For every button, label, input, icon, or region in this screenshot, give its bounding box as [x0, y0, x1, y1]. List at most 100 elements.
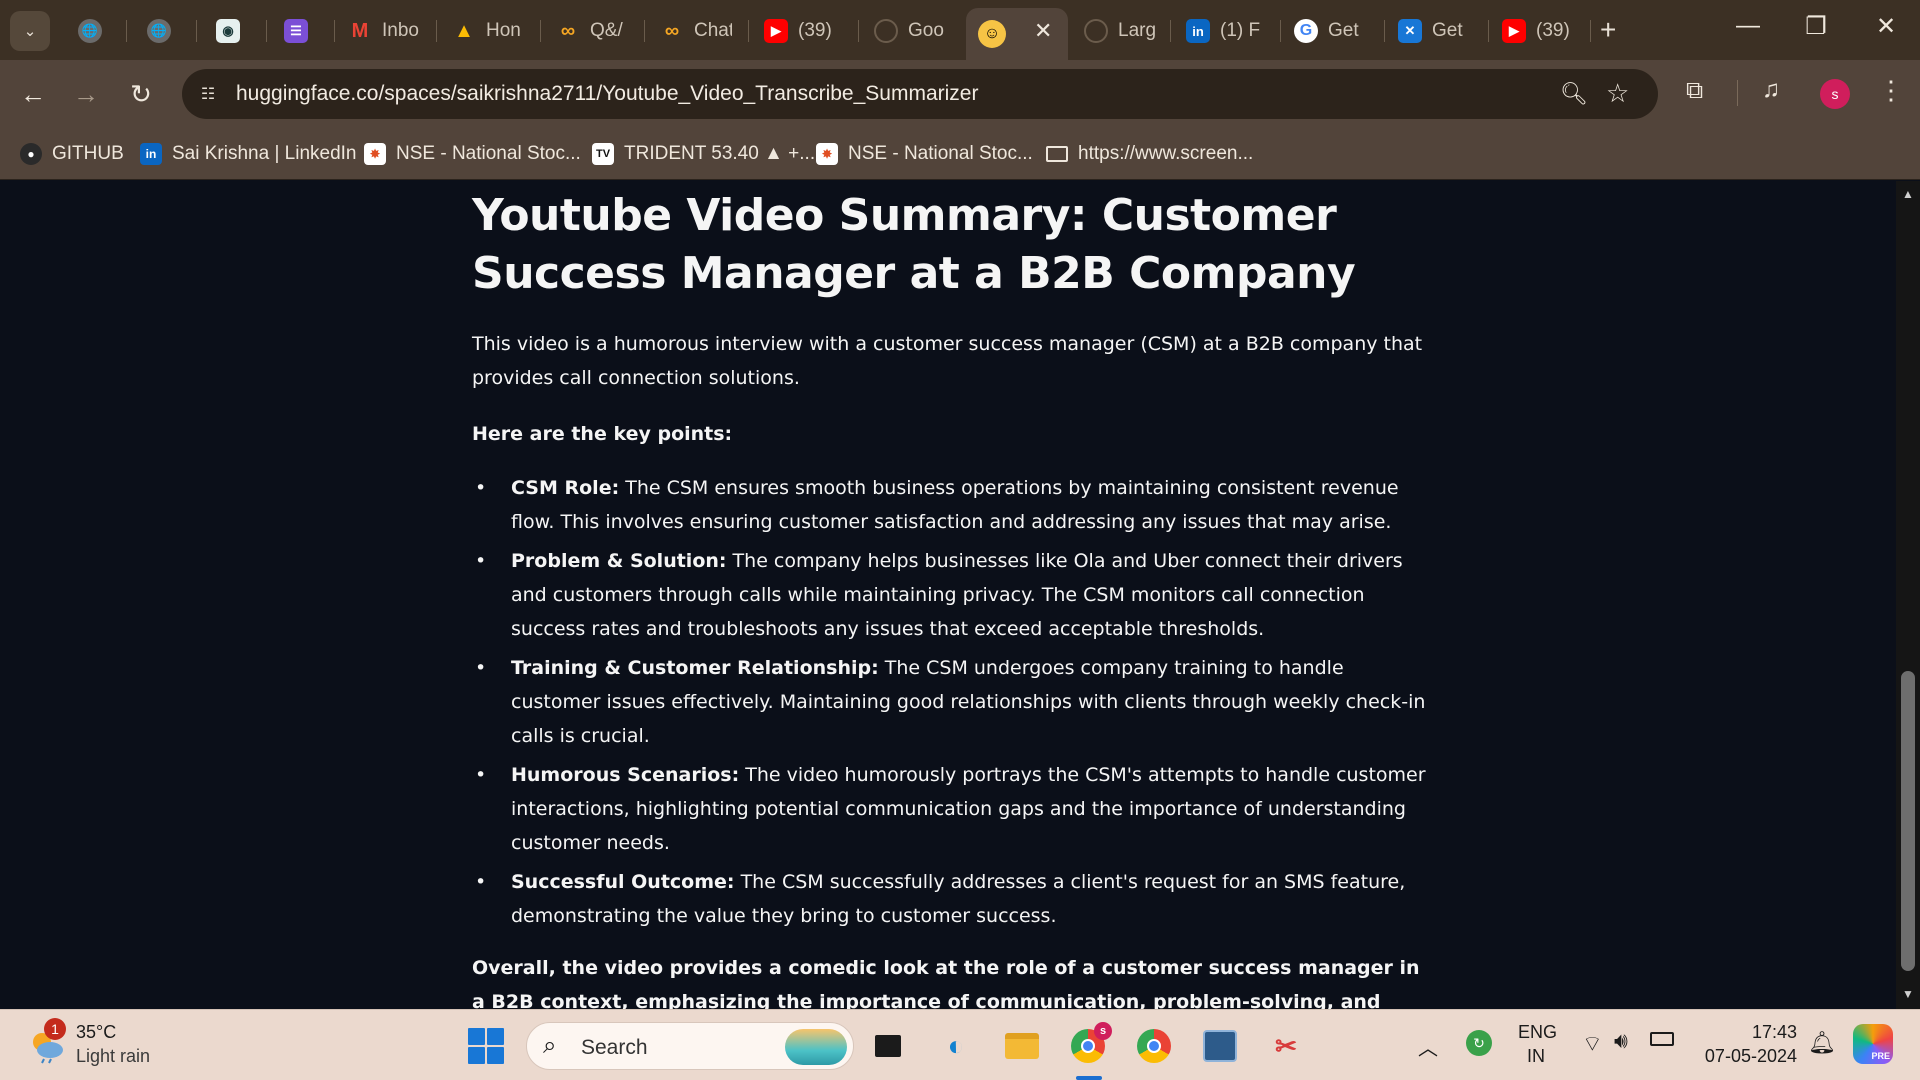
toolbar-divider	[1737, 80, 1738, 106]
back-button[interactable]: ←	[16, 77, 50, 111]
clock-date[interactable]: 07-05-2024	[1700, 1046, 1797, 1067]
bookmark-github[interactable]: ● GITHUB	[20, 140, 124, 168]
bookmark-screener[interactable]: https://www.screen...	[1046, 140, 1253, 168]
address-bar[interactable]: ☷ huggingface.co/spaces/saikrishna2711/Y…	[182, 69, 1658, 119]
loading-icon	[874, 19, 898, 43]
bookmark-star-icon[interactable]: ☆	[1606, 78, 1629, 109]
tab-3[interactable]: ◉	[206, 10, 258, 52]
page-scrollbar[interactable]: ▲ ▼	[1896, 181, 1920, 1009]
notification-bell-icon[interactable]: 🔔︎	[1808, 1030, 1836, 1056]
start-button[interactable]	[468, 1028, 504, 1064]
tab-linkedin[interactable]: in (1) F	[1176, 10, 1272, 52]
arrow-right-icon: →	[73, 78, 99, 109]
tab-drive[interactable]: ▲ Hon	[442, 10, 534, 52]
windows-logo-pane	[468, 1028, 485, 1045]
battery-icon[interactable]	[1650, 1032, 1674, 1046]
scroll-thumb[interactable]	[1901, 671, 1915, 971]
close-window-button[interactable]: ✕	[1866, 12, 1906, 41]
tab-title: Goo	[908, 20, 944, 41]
extensions-icon[interactable]: ⧉	[1686, 77, 1703, 105]
reload-button[interactable]: ↻	[124, 77, 158, 111]
profile-avatar[interactable]: s	[1820, 79, 1850, 109]
weather-temperature[interactable]: 35°C	[76, 1022, 116, 1043]
bookmark-nse-2[interactable]: ✸ NSE - National Stoc...	[816, 140, 1033, 168]
restore-icon: ❐	[1805, 13, 1827, 40]
tab-qa[interactable]: ∞ Q&/	[546, 10, 638, 52]
tray-app-icon[interactable]: ↻	[1466, 1030, 1492, 1056]
restore-button[interactable]: ❐	[1796, 12, 1836, 41]
tab-title: Larg	[1118, 20, 1156, 41]
tab-separator	[1280, 20, 1281, 42]
list-item: • Problem & Solution: The company helps b…	[472, 544, 1432, 646]
copilot-icon[interactable]: PRE	[1853, 1024, 1893, 1064]
folder-icon	[1046, 146, 1068, 162]
zoom-icon[interactable]: 🔍︎	[1560, 81, 1588, 107]
list-item: • Training & Customer Relationship: The C…	[472, 651, 1432, 753]
linkedin-icon: in	[1186, 19, 1210, 43]
tab-gmail[interactable]: M Inbo	[338, 10, 430, 52]
volume-icon[interactable]: 🔊︎	[1614, 1028, 1628, 1054]
bullet-icon: •	[475, 657, 487, 679]
tab-2[interactable]: 🌐	[137, 10, 189, 52]
tab-chat[interactable]: ∞ Chat	[650, 10, 742, 52]
bookmark-label: NSE - National Stoc...	[848, 143, 1033, 164]
taskbar-app-blue[interactable]	[1198, 1024, 1242, 1068]
forward-button[interactable]: →	[69, 77, 103, 111]
folder-icon	[1005, 1033, 1039, 1059]
bookmark-label: https://www.screen...	[1078, 143, 1254, 164]
web-page: Youtube Video Summary: Customer Success …	[0, 181, 1896, 1009]
url-text[interactable]: huggingface.co/spaces/saikrishna2711/You…	[236, 82, 978, 106]
bookmark-nse-1[interactable]: ✸ NSE - National Stoc...	[364, 140, 581, 168]
tab-title: Chat	[694, 20, 732, 41]
bookmark-linkedin[interactable]: in Sai Krishna | LinkedIn	[140, 140, 357, 168]
kebab-menu-icon[interactable]: ⋮	[1878, 75, 1904, 106]
tab-youtube[interactable]: ▶ (39)	[754, 10, 854, 52]
site-info-icon[interactable]: ☷	[196, 82, 220, 106]
scroll-up-arrow-icon[interactable]: ▲	[1902, 187, 1914, 201]
tab-google-get[interactable]: G Get	[1284, 10, 1382, 52]
weather-description[interactable]: Light rain	[76, 1046, 150, 1067]
tab-search-button[interactable]: ⌄	[10, 11, 50, 51]
tab-large[interactable]: Larg	[1074, 10, 1164, 52]
taskbar-chrome-active[interactable]: s	[1066, 1022, 1112, 1068]
close-tab-icon[interactable]: ✕	[1034, 18, 1052, 44]
new-tab-button[interactable]: +	[1600, 14, 1616, 46]
clock-time[interactable]: 17:43	[1749, 1022, 1797, 1043]
tab-youtube-2[interactable]: ▶ (39)	[1492, 10, 1590, 52]
tab-title: Inbo	[382, 20, 419, 41]
tab-active-huggingface[interactable]: ☺ ✕	[966, 8, 1068, 60]
point-text: The CSM ensures smooth business operatio…	[511, 477, 1399, 533]
tab-1[interactable]: 🌐	[68, 10, 120, 52]
tab-separator	[1590, 20, 1591, 42]
media-control-icon[interactable]: ♫	[1762, 76, 1780, 104]
scroll-down-arrow-icon[interactable]: ▼	[1902, 987, 1914, 1001]
summary-conclusion: Overall, the video provides a comedic lo…	[472, 957, 1420, 1009]
tab-4[interactable]: ☰	[274, 10, 326, 52]
bookmark-trident[interactable]: TV TRIDENT 53.40 ▲ +...	[592, 140, 815, 168]
game-icon: ◉	[216, 19, 240, 43]
taskbar-chrome-2[interactable]	[1132, 1024, 1176, 1068]
tab-google-loading[interactable]: Goo	[864, 10, 956, 52]
taskbar-snipping-tool[interactable]: ✂	[1264, 1024, 1308, 1068]
tab-title: Q&/	[590, 20, 623, 41]
loading-icon	[1084, 19, 1108, 43]
chevron-up-icon[interactable]: ︿	[1418, 1032, 1438, 1061]
chrome-icon	[1137, 1029, 1171, 1063]
search-icon: ⌕	[543, 1032, 557, 1059]
taskbar-file-explorer[interactable]	[1000, 1024, 1044, 1068]
task-view-button[interactable]	[866, 1024, 910, 1068]
tab-separator	[1488, 20, 1489, 42]
bullet-icon: •	[475, 764, 487, 786]
taskbar-edge[interactable]: ◐	[934, 1024, 978, 1068]
tab-get[interactable]: ✕ Get	[1388, 10, 1486, 52]
task-view-icon	[875, 1035, 901, 1057]
tab-separator	[266, 20, 267, 42]
bullet-icon: •	[475, 550, 487, 572]
minimize-button[interactable]: —	[1728, 12, 1768, 40]
plus-icon: +	[1600, 14, 1617, 45]
taskbar-search[interactable]: ⌕ Search	[526, 1022, 854, 1070]
tab-separator	[540, 20, 541, 42]
language-region[interactable]: IN	[1527, 1046, 1545, 1067]
wifi-icon[interactable]: ⌔	[1582, 1030, 1603, 1058]
language-indicator[interactable]: ENG	[1518, 1022, 1557, 1043]
